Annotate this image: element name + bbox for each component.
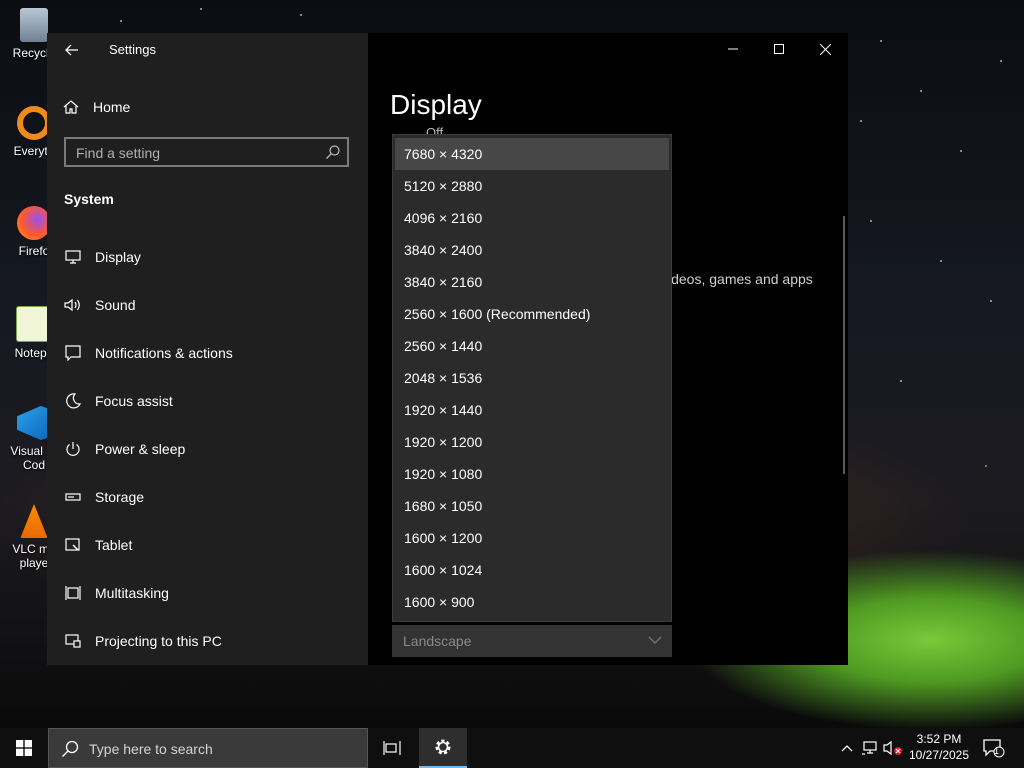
sidebar-item-label: Projecting to this PC xyxy=(95,633,222,649)
moon-icon xyxy=(64,392,82,410)
recycle-bin-icon xyxy=(20,8,48,42)
task-view-button[interactable] xyxy=(372,728,412,768)
gear-icon xyxy=(435,739,451,755)
notification-icon xyxy=(64,344,82,362)
resolution-option[interactable]: 1680 × 1050 xyxy=(393,490,671,522)
page-title: Display xyxy=(390,89,482,120)
projecting-icon xyxy=(64,632,82,650)
sidebar-item-focus-assist[interactable]: Focus assist xyxy=(47,377,368,425)
search-icon xyxy=(326,145,340,159)
home-icon xyxy=(63,100,79,114)
close-icon xyxy=(819,43,831,55)
clock-date: 10/27/2025 xyxy=(908,748,970,762)
sidebar-item-label: Storage xyxy=(95,489,145,505)
resolution-option[interactable]: 5120 × 2880 xyxy=(393,170,671,202)
taskbar: Type here to search 3:52 PM 10/27/2025 1 xyxy=(0,728,1024,768)
back-button[interactable] xyxy=(59,39,85,61)
sidebar-item-label: Sound xyxy=(95,297,136,313)
sidebar-item-multitasking[interactable]: Multitasking xyxy=(47,569,368,617)
resolution-option[interactable]: 1600 × 900 xyxy=(393,586,671,618)
sidebar-item-power-sleep[interactable]: Power & sleep xyxy=(47,425,368,473)
window-title: Settings xyxy=(109,42,156,57)
maximize-icon xyxy=(774,44,784,54)
content-scrollbar[interactable] xyxy=(843,216,845,474)
settings-sidebar: Settings Home System Display Sound Notif… xyxy=(47,33,368,665)
volume-button[interactable] xyxy=(882,728,904,768)
minimize-icon xyxy=(728,48,738,50)
sidebar-item-label: Notifications & actions xyxy=(95,345,233,361)
resolution-option[interactable]: 3840 × 2160 xyxy=(393,266,671,298)
resolution-option[interactable]: 4096 × 2160 xyxy=(393,202,671,234)
sidebar-item-projecting[interactable]: Projecting to this PC xyxy=(47,617,368,665)
action-center-button[interactable]: 1 xyxy=(980,728,1008,768)
find-setting-input[interactable] xyxy=(74,143,318,163)
vlc-cone-icon xyxy=(20,504,48,538)
storage-icon xyxy=(64,488,82,506)
start-button[interactable] xyxy=(0,728,48,768)
taskbar-search-placeholder: Type here to search xyxy=(89,741,213,757)
search-icon xyxy=(62,740,79,757)
back-arrow-icon xyxy=(65,44,78,56)
clock-time: 3:52 PM xyxy=(916,732,962,746)
sidebar-nav: Display Sound Notifications & actions Fo… xyxy=(47,233,368,665)
sidebar-item-notifications[interactable]: Notifications & actions xyxy=(47,329,368,377)
resolution-option[interactable]: 2048 × 1536 xyxy=(393,362,671,394)
monitor-icon xyxy=(64,248,82,266)
tablet-icon xyxy=(64,536,82,554)
resolution-option[interactable]: 1920 × 1200 xyxy=(393,426,671,458)
partial-description-text: ideos, games and apps xyxy=(668,271,813,287)
speaker-icon xyxy=(64,296,82,314)
power-icon xyxy=(64,440,82,458)
orientation-value: Landscape xyxy=(403,633,472,649)
notification-count-badge: 1 xyxy=(994,746,1000,756)
resolution-option[interactable]: 1920 × 1080 xyxy=(393,458,671,490)
resolution-option[interactable]: 1600 × 1024 xyxy=(393,554,671,586)
taskbar-search-box[interactable]: Type here to search xyxy=(48,728,368,768)
minimize-button[interactable] xyxy=(710,33,756,65)
sidebar-item-label: Power & sleep xyxy=(95,441,186,457)
network-icon xyxy=(862,741,877,755)
resolution-option[interactable]: 1600 × 1200 xyxy=(393,522,671,554)
resolution-option[interactable]: 7680 × 4320 xyxy=(395,138,669,170)
maximize-button[interactable] xyxy=(756,33,802,65)
section-title: System xyxy=(64,191,114,207)
home-label: Home xyxy=(93,99,131,115)
multitasking-icon xyxy=(64,584,82,602)
sidebar-item-storage[interactable]: Storage xyxy=(47,473,368,521)
everything-search-icon xyxy=(17,106,51,140)
vscode-icon xyxy=(17,406,51,440)
resolution-dropdown-list[interactable]: 7680 × 4320 5120 × 2880 4096 × 2160 3840 × … xyxy=(392,134,672,622)
sidebar-item-tablet[interactable]: Tablet xyxy=(47,521,368,569)
sidebar-item-display[interactable]: Display xyxy=(47,233,368,281)
sidebar-item-label: Tablet xyxy=(95,537,133,553)
sidebar-item-sound[interactable]: Sound xyxy=(47,281,368,329)
chevron-down-icon xyxy=(648,636,662,644)
resolution-option[interactable]: 2560 × 1440 xyxy=(393,330,671,362)
home-link[interactable]: Home xyxy=(63,95,130,119)
find-setting-search[interactable] xyxy=(64,137,349,167)
firefox-icon xyxy=(17,206,51,240)
task-view-icon xyxy=(383,741,401,755)
orientation-select[interactable]: Landscape xyxy=(392,625,672,657)
sidebar-item-label: Focus assist xyxy=(95,393,173,409)
taskbar-clock[interactable]: 3:52 PM 10/27/2025 xyxy=(902,731,976,763)
resolution-option[interactable]: 1920 × 1440 xyxy=(393,394,671,426)
volume-muted-icon xyxy=(883,740,902,756)
windows-logo-icon xyxy=(16,740,32,756)
chevron-up-icon xyxy=(841,745,853,752)
resolution-option[interactable]: 2560 × 1600 (Recommended) xyxy=(393,298,671,330)
close-button[interactable] xyxy=(802,33,848,65)
resolution-option[interactable]: 3840 × 2400 xyxy=(393,234,671,266)
sidebar-item-label: Display xyxy=(95,249,141,265)
taskbar-settings-app[interactable] xyxy=(419,728,467,768)
network-button[interactable] xyxy=(859,728,881,768)
sidebar-item-label: Multitasking xyxy=(95,585,169,601)
show-hidden-icons-button[interactable] xyxy=(836,728,858,768)
